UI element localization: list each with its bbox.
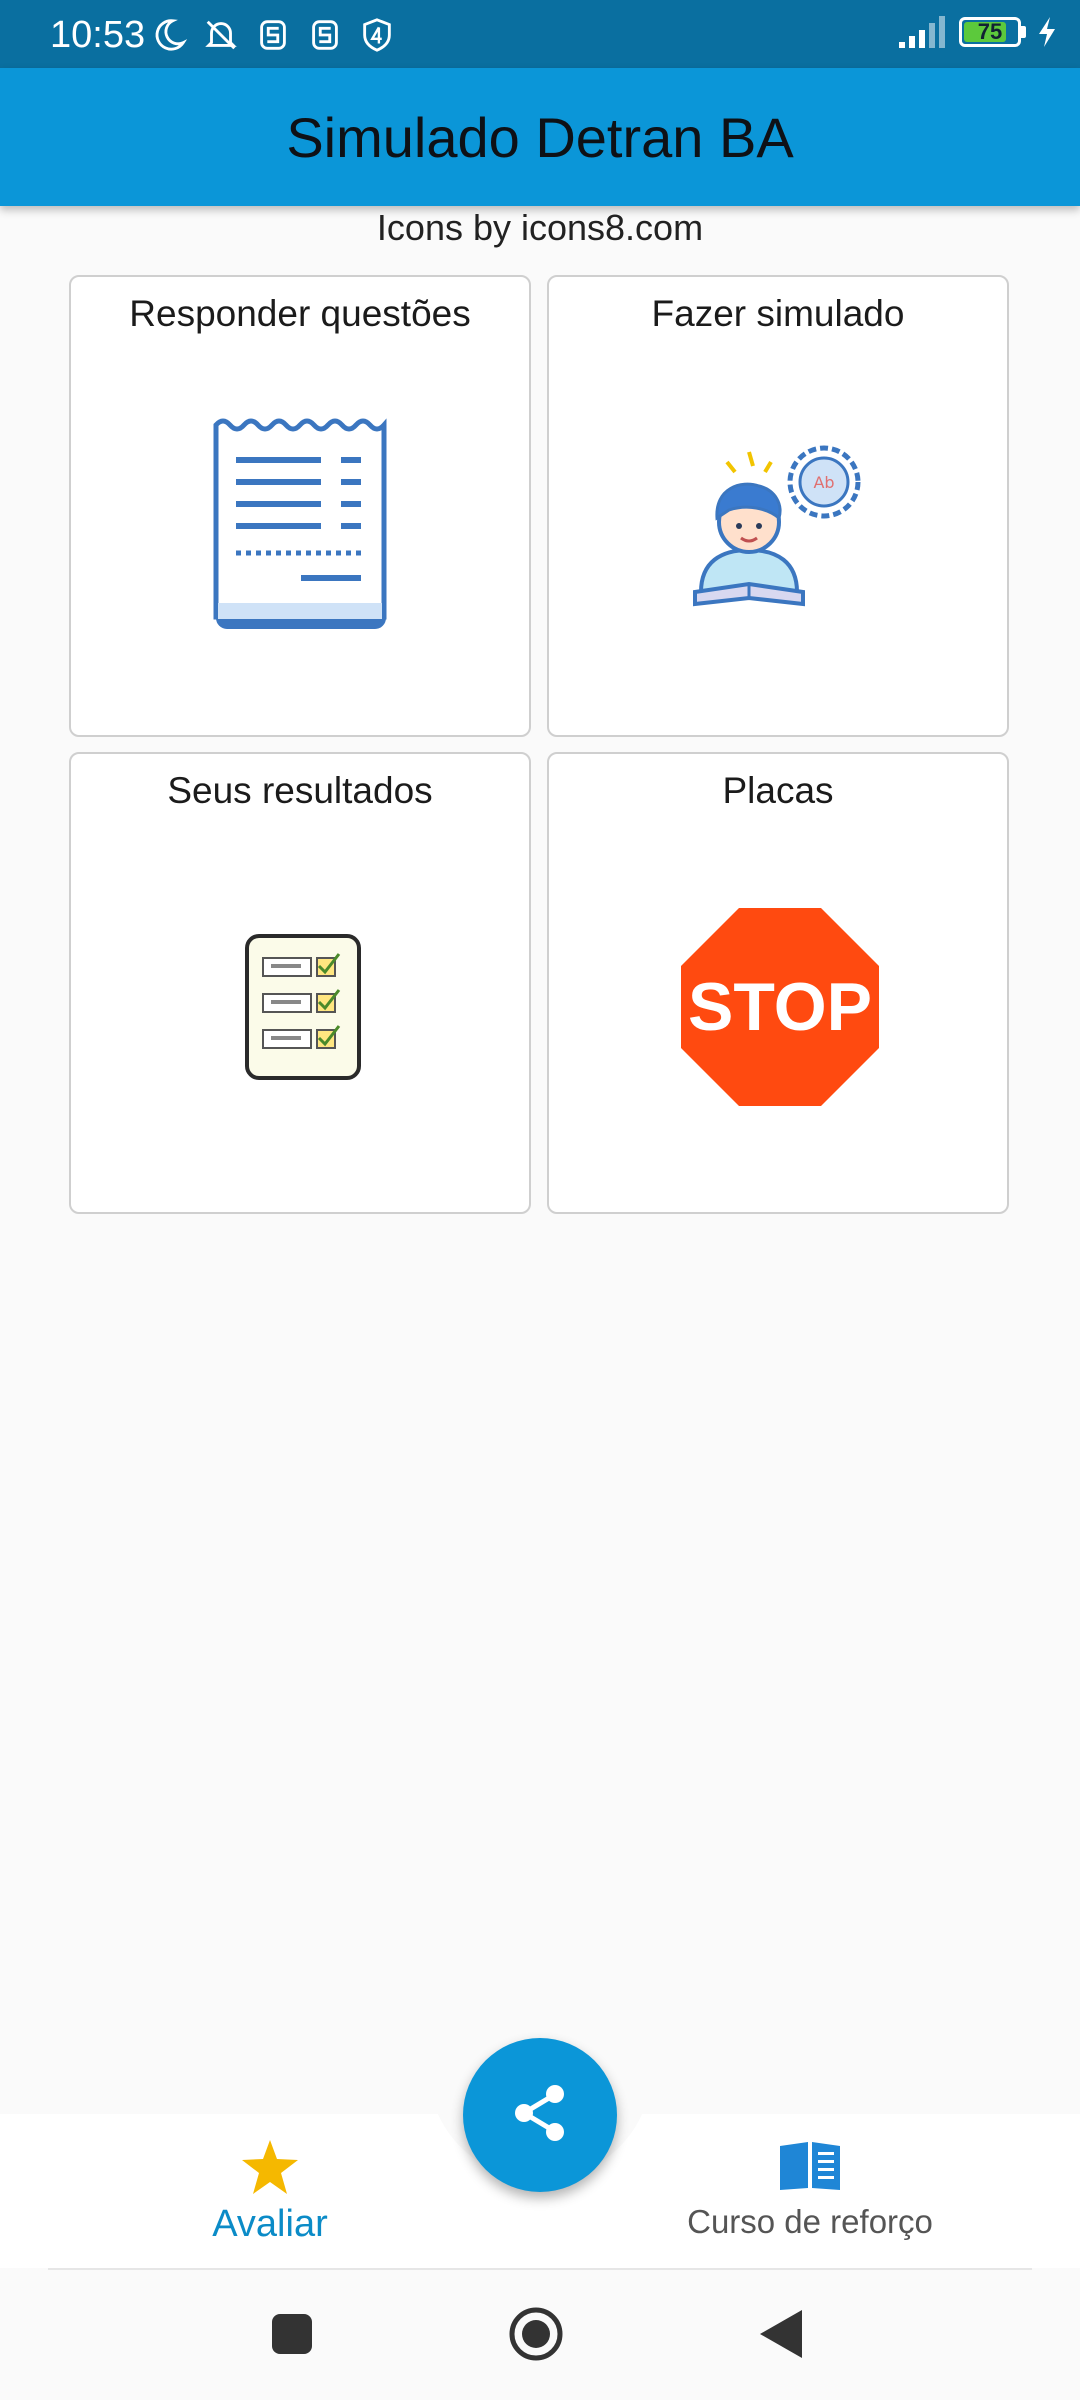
s-app-icon: [254, 16, 292, 59]
card-seus-resultados[interactable]: Seus resultados: [69, 752, 531, 1214]
nav-curso-reforco[interactable]: Curso de reforço: [660, 2114, 960, 2241]
nav-avaliar-label: Avaliar: [212, 2203, 328, 2245]
card-title: Responder questões: [129, 293, 471, 334]
share-icon: [508, 2081, 572, 2150]
svg-text:Ab: Ab: [813, 473, 834, 492]
home-button[interactable]: [508, 2306, 564, 2367]
status-notification-icons: [150, 16, 396, 59]
battery-level: 75: [977, 19, 1003, 44]
screen: 10:53 75 Simulado Detran BA Icons by ico…: [0, 0, 1080, 2400]
nav-avaliar[interactable]: Avaliar: [130, 2114, 410, 2246]
receipt-icon: [196, 417, 406, 642]
student-icon: Ab: [689, 442, 879, 622]
back-button[interactable]: [758, 2308, 804, 2365]
app-title: Simulado Detran BA: [286, 105, 794, 169]
status-time: 10:53: [50, 14, 146, 56]
bell-off-icon: [202, 16, 240, 59]
icons-credit-text: Icons by icons8.com: [376, 207, 704, 248]
stop-sign-text: STOP: [688, 969, 872, 1045]
share-button[interactable]: [463, 2038, 617, 2192]
card-responder-questoes[interactable]: Responder questões: [69, 275, 531, 737]
shield-4-icon: [358, 16, 396, 59]
card-title: Placas: [722, 770, 834, 811]
s-app-icon: [306, 16, 344, 59]
signal-icon: [897, 14, 949, 50]
charging-bolt-icon: [1036, 15, 1058, 49]
status-bar: 10:53 75: [0, 0, 1080, 68]
moon-icon: [150, 16, 188, 59]
checklist-icon: [243, 932, 363, 1087]
battery-icon: 75: [959, 17, 1021, 47]
nav-curso-label: Curso de reforço: [687, 2203, 933, 2240]
stop-sign-icon: STOP: [679, 906, 881, 1113]
battery-nub: [1021, 26, 1026, 38]
status-system-icons: 75: [897, 14, 1058, 50]
card-title: Fazer simulado: [651, 293, 905, 334]
recents-button[interactable]: [270, 2312, 314, 2361]
star-icon: [130, 2138, 410, 2201]
card-title: Seus resultados: [167, 770, 433, 811]
app-bar: Simulado Detran BA: [0, 68, 1080, 206]
system-nav-bar: [0, 2270, 1080, 2400]
card-placas[interactable]: Placas STOP: [547, 752, 1009, 1214]
book-icon: [660, 2138, 960, 2197]
card-fazer-simulado[interactable]: Fazer simulado Ab: [547, 275, 1009, 737]
